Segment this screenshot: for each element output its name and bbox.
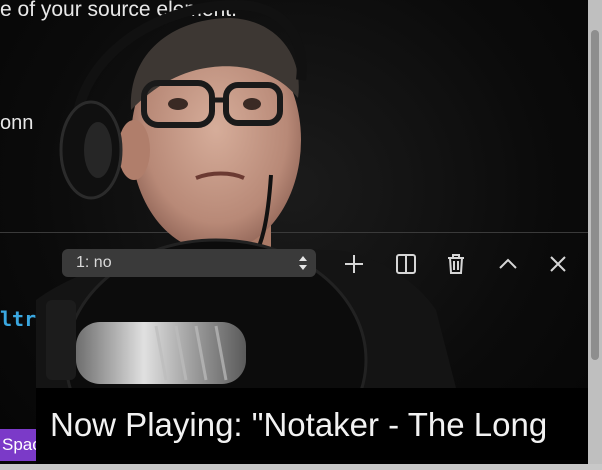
plus-icon[interactable] <box>340 250 368 278</box>
status-badge[interactable]: Spac <box>0 429 36 461</box>
document-text-left: onn <box>0 112 34 134</box>
terminal-select[interactable]: 1: no <box>62 249 316 277</box>
split-icon[interactable] <box>392 250 420 278</box>
select-arrows-icon <box>298 249 308 287</box>
now-playing-bar: Now Playing: "Notaker - The Long <box>36 388 588 464</box>
trash-icon[interactable] <box>442 250 470 278</box>
close-icon[interactable] <box>544 250 572 278</box>
chevron-up-icon[interactable] <box>494 250 522 278</box>
code-text: ltr <box>0 307 37 331</box>
bottom-border <box>0 464 602 470</box>
vertical-scrollbar[interactable] <box>588 0 602 464</box>
terminal-toolbar: 1: no <box>36 244 588 284</box>
now-playing-text: Now Playing: "Notaker - The Long <box>50 406 548 443</box>
webcam-overlay <box>36 0 588 388</box>
webcam-feed <box>36 0 456 388</box>
terminal-select-value: 1: no <box>76 254 112 271</box>
scrollbar-thumb[interactable] <box>591 30 599 360</box>
